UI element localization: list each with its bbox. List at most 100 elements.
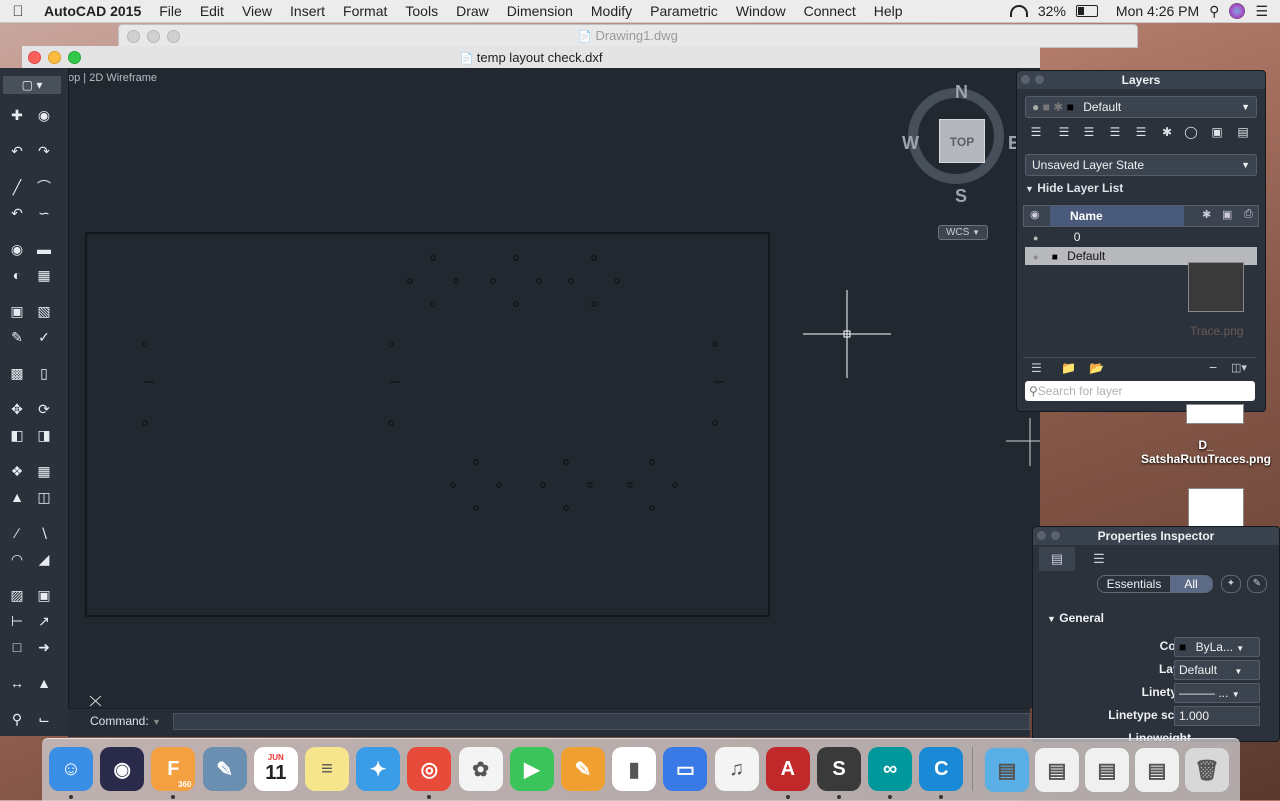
layer-state-dropdown[interactable]: Unsaved Layer State ▼ [1025,154,1257,176]
color-dropdown[interactable]: ■ ByLa... ▼ [1174,637,1260,657]
menu-file[interactable]: File [150,3,191,19]
copy-tool-icon[interactable]: ❖ [6,462,28,480]
ucs-tool-icon[interactable]: ⌙ [33,710,55,728]
plot-column-icon[interactable]: ⎙ [1244,208,1253,221]
properties-title[interactable]: Properties Inspector [1033,527,1279,545]
viewport-controls-label[interactable]: op | 2D Wireframe [68,72,157,84]
layer-unlock-icon[interactable]: ▤ [1234,125,1252,141]
point-marker[interactable] [430,301,436,307]
layers-title[interactable]: Layers [1017,71,1265,89]
trash-icon[interactable]: 🗑 [1184,747,1230,793]
eraser-icon[interactable]: ▯ [33,364,55,382]
point-marker[interactable] [591,301,597,307]
circle-tool-icon[interactable]: ◉ [6,240,28,258]
point-marker[interactable] [473,459,479,465]
zoom-window-icon[interactable]: ⚲ [6,710,28,728]
menu-view[interactable]: View [233,3,281,19]
keynote-icon[interactable]: ▭ [663,747,708,791]
pages-icon[interactable]: ✎ [561,747,605,791]
pick-icon[interactable]: ✎ [1247,575,1267,593]
layer-lock-icon[interactable]: ▣ [1208,125,1226,141]
point-marker[interactable] [142,420,148,426]
finder-icon[interactable]: ☺ [49,747,93,791]
visible-icon[interactable]: ● [1033,233,1038,243]
new-filter-icon[interactable]: 📂 [1089,361,1104,375]
point-marker[interactable] [627,482,633,488]
array-tool-icon[interactable]: ▦ [33,462,55,480]
autocad-icon[interactable]: A [765,747,810,791]
background-document-window[interactable]: 📄 Drawing1.dwg [118,24,1138,48]
apple-menu-icon[interactable]:  [0,3,36,20]
layer-isolate-icon[interactable]: ☰ [1106,125,1124,141]
quick-select-icon[interactable]: ✦ [1221,575,1241,593]
point-marker[interactable] [536,278,542,284]
app-name-menu[interactable]: AutoCAD 2015 [36,3,150,19]
point-marker[interactable] [591,255,597,261]
siri-menu-icon[interactable] [1229,3,1246,19]
polyline-tool-icon[interactable]: ⌒ [33,178,55,196]
layer-row[interactable]: ● 0 [1025,228,1257,246]
sublime-text-icon[interactable]: S [817,747,861,791]
siri-icon[interactable]: ◉ [100,747,145,791]
point-marker[interactable] [563,505,569,511]
desktop-file-label[interactable]: Trace.png [1190,324,1244,338]
menu-format[interactable]: Format [334,3,396,19]
point-marker[interactable] [453,278,459,284]
move-tool-icon[interactable]: ✥ [6,400,28,418]
paint-tool-icon[interactable]: ✓ [33,328,55,346]
safari-icon[interactable]: ✦ [356,747,401,791]
point-marker[interactable] [649,505,655,511]
scale-tool-icon[interactable]: ◧ [6,426,28,444]
line-tool-icon[interactable]: ╱ [6,178,28,196]
compass-north[interactable]: N [955,82,968,103]
point-marker[interactable] [142,341,148,347]
columns-menu-icon[interactable]: ◫▾ [1231,361,1247,374]
point-marker[interactable] [496,482,502,488]
eye-icon[interactable]: ◉ [1030,208,1040,221]
point-marker[interactable] [712,420,718,426]
point-marker[interactable] [473,505,479,511]
match-properties-icon[interactable]: ✎ [6,328,28,346]
desktop-image-thumbnail[interactable] [1188,488,1244,530]
desktop-file-label[interactable]: D_ SatshaRutuTraces.png [1136,438,1276,466]
point-marker[interactable] [513,301,519,307]
viewcube[interactable]: TOP N S W E WCS ▼ [902,82,1020,242]
recent-document-stack-icon[interactable]: ▤ [1084,747,1130,793]
selection-tool-icon[interactable]: ▢ ▾ [3,76,61,94]
main-window-titlebar[interactable]: 📄 temp layout check.dxf [22,46,1040,69]
layer-off-icon[interactable]: ◯ [1182,125,1200,141]
all-tab[interactable]: All [1170,576,1212,592]
layer-dropdown[interactable]: Default ▼ [1174,660,1260,680]
block-tool-icon[interactable]: ▧ [33,302,55,320]
zoom-extents-icon[interactable]: ▣ [33,586,55,604]
menu-tools[interactable]: Tools [396,3,447,19]
essentials-tab[interactable]: Essentials [1098,576,1170,592]
measure-tool-icon[interactable]: ↔ [6,674,28,692]
point-marker[interactable] [712,341,718,347]
wifi-icon[interactable] [1009,5,1028,17]
properties-tab-object[interactable]: ▤ [1039,547,1075,571]
new-layer-icon[interactable]: ☰ [1031,361,1042,375]
visible-icon[interactable]: ● [1033,252,1038,262]
cura-icon[interactable]: C [919,747,964,791]
layer-search-input[interactable]: ⚲Search for layer [1025,381,1255,401]
numbers-icon[interactable]: ▮ [612,747,657,791]
mirror-tool-icon[interactable]: ▲ [6,488,28,506]
point-marker[interactable] [614,278,620,284]
menu-edit[interactable]: Edit [191,3,233,19]
spline-tool-icon[interactable]: ∽ [33,204,55,222]
hide-layer-list-toggle[interactable]: ▼ Hide Layer List [1025,181,1123,195]
properties-tab-layers[interactable]: ☰ [1081,547,1117,571]
chamfer-tool-icon[interactable]: ◢ [33,550,55,568]
palette-minimize-button[interactable] [1035,75,1044,84]
layer-match-icon[interactable]: ☰ [1055,125,1073,141]
palette-close-button[interactable] [1037,531,1046,540]
wcs-dropdown[interactable]: WCS ▼ [938,225,988,240]
battery-icon[interactable] [1075,5,1098,17]
point-marker[interactable] [649,459,655,465]
desktop-image-thumbnail[interactable] [1186,404,1244,424]
point-marker[interactable] [672,482,678,488]
downloads-folder-icon[interactable]: ▤ [984,747,1030,793]
facetime-icon[interactable]: ▶ [509,747,554,791]
compass-west[interactable]: W [902,133,919,154]
